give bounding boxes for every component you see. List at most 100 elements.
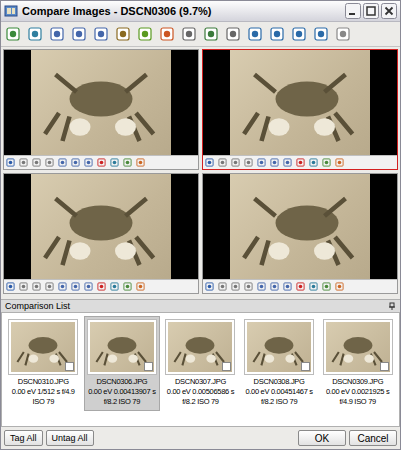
- compare-images-window: Compare Images - DSCN0306 (9.7%)Comparis…: [0, 0, 401, 450]
- pane-tool-icon[interactable]: [322, 158, 331, 167]
- pane-tool-icon[interactable]: [84, 158, 93, 167]
- two-view-icon[interactable]: [269, 26, 285, 42]
- pane-tool-icon[interactable]: [335, 282, 344, 291]
- thumbnail-text: f/8.2 ISO 79: [243, 397, 316, 407]
- refresh-icon[interactable]: [27, 26, 43, 42]
- pane-tool-icon[interactable]: [123, 282, 132, 291]
- pane-tool-icon[interactable]: [296, 158, 305, 167]
- tag-button[interactable]: Tag All: [4, 430, 43, 446]
- minimize-icon[interactable]: [345, 3, 361, 19]
- zoom-in-icon[interactable]: [49, 26, 65, 42]
- pane-tool-icon[interactable]: [296, 282, 305, 291]
- pin-icon[interactable]: [388, 302, 396, 310]
- comparison-list-header: Comparison List: [1, 299, 400, 312]
- tag-button[interactable]: Untag All: [46, 430, 94, 446]
- thumbnail-text: 0.00 eV 0.0021925 s: [321, 387, 394, 397]
- image-pane[interactable]: [202, 49, 398, 170]
- pane-tool-icon[interactable]: [244, 158, 253, 167]
- image-view[interactable]: [203, 50, 397, 155]
- pane-tool-icon[interactable]: [45, 158, 54, 167]
- tag-checkbox[interactable]: [301, 362, 310, 371]
- comparison-list-title: Comparison List: [5, 301, 70, 311]
- pane-tool-icon[interactable]: [257, 158, 266, 167]
- pane-tool-icon[interactable]: [110, 158, 119, 167]
- pane-tool-icon[interactable]: [123, 158, 132, 167]
- three-view-icon[interactable]: [291, 26, 307, 42]
- pane-tool-icon[interactable]: [244, 282, 253, 291]
- dialog-button[interactable]: Cancel: [349, 430, 397, 446]
- pane-tool-icon[interactable]: [32, 158, 41, 167]
- tag-checkbox[interactable]: [144, 362, 153, 371]
- settings-icon[interactable]: [137, 26, 153, 42]
- thumbnail-text: 0.00 eV 0.00506586 s: [164, 387, 237, 397]
- image-pane[interactable]: [202, 173, 398, 294]
- pane-tool-icon[interactable]: [335, 158, 344, 167]
- fit-icon[interactable]: [115, 26, 131, 42]
- thumbnail-item[interactable]: DSCN0308.JPG0.00 eV 0.00451467 sf/8.2 IS…: [241, 316, 318, 411]
- pane-tool-icon[interactable]: [270, 282, 279, 291]
- options-icon[interactable]: [335, 26, 351, 42]
- tag-checkbox[interactable]: [380, 362, 389, 371]
- pane-tool-icon[interactable]: [283, 158, 292, 167]
- pane-tool-icon[interactable]: [110, 282, 119, 291]
- single-view-icon[interactable]: [247, 26, 263, 42]
- pane-tool-icon[interactable]: [6, 282, 15, 291]
- thumbnail-item[interactable]: DSCN0306.JPG0.00 eV 0.00413907 sf/8.2 IS…: [84, 316, 161, 411]
- pane-toolbar: [4, 155, 198, 169]
- pane-tool-icon[interactable]: [136, 158, 145, 167]
- pane-tool-icon[interactable]: [322, 282, 331, 291]
- thumbnail-item[interactable]: DSCN0309.JPG0.00 eV 0.0021925 sf/4.9 ISO…: [319, 316, 396, 411]
- image-pane[interactable]: [3, 173, 199, 294]
- image-grid: [1, 47, 400, 294]
- pane-tool-icon[interactable]: [71, 158, 80, 167]
- pane-tool-icon[interactable]: [71, 282, 80, 291]
- pane-tool-icon[interactable]: [45, 282, 54, 291]
- open-icon[interactable]: [5, 26, 21, 42]
- pane-tool-icon[interactable]: [58, 158, 67, 167]
- pane-tool-icon[interactable]: [205, 282, 214, 291]
- pane-tool-icon[interactable]: [218, 158, 227, 167]
- pane-tool-icon[interactable]: [136, 282, 145, 291]
- pane-tool-icon[interactable]: [309, 158, 318, 167]
- pane-tool-icon[interactable]: [97, 282, 106, 291]
- zoom-icon[interactable]: [93, 26, 109, 42]
- image-view[interactable]: [203, 174, 397, 279]
- pane-tool-icon[interactable]: [270, 158, 279, 167]
- thumbnail-text: DSCN0308.JPG: [243, 377, 316, 387]
- four-view-icon[interactable]: [313, 26, 329, 42]
- pane-tool-icon[interactable]: [19, 282, 28, 291]
- pane-tool-icon[interactable]: [97, 158, 106, 167]
- tag-checkbox[interactable]: [222, 362, 231, 371]
- pane-tool-icon[interactable]: [231, 158, 240, 167]
- thumbnail-item[interactable]: DSCN0310.JPG0.00 eV 1/512 s f/4.9ISO 79: [5, 316, 82, 411]
- dialog-button[interactable]: OK: [298, 430, 346, 446]
- photo: [31, 50, 171, 155]
- pane-tool-icon[interactable]: [58, 282, 67, 291]
- info-icon[interactable]: [225, 26, 241, 42]
- thumbnail-text: DSCN0309.JPG: [321, 377, 394, 387]
- page-icon[interactable]: [181, 26, 197, 42]
- pane-tool-icon[interactable]: [231, 282, 240, 291]
- thumbnail-item[interactable]: DSCN0307.JPG0.00 eV 0.00506586 sf/8.2 IS…: [162, 316, 239, 411]
- histogram-icon[interactable]: [203, 26, 219, 42]
- image-pane[interactable]: [3, 49, 199, 170]
- image-view[interactable]: [4, 50, 198, 155]
- pane-tool-icon[interactable]: [32, 282, 41, 291]
- photo: [31, 174, 171, 279]
- photo: [230, 174, 370, 279]
- pane-tool-icon[interactable]: [84, 282, 93, 291]
- close-icon[interactable]: [381, 3, 397, 19]
- pane-tool-icon[interactable]: [309, 282, 318, 291]
- image-view[interactable]: [4, 174, 198, 279]
- pane-tool-icon[interactable]: [205, 158, 214, 167]
- pane-tool-icon[interactable]: [19, 158, 28, 167]
- zoom-out-icon[interactable]: [71, 26, 87, 42]
- tag-checkbox[interactable]: [65, 362, 74, 371]
- color-icon[interactable]: [159, 26, 175, 42]
- maximize-icon[interactable]: [363, 3, 379, 19]
- pane-tool-icon[interactable]: [218, 282, 227, 291]
- pane-tool-icon[interactable]: [6, 158, 15, 167]
- pane-toolbar: [203, 279, 397, 293]
- pane-tool-icon[interactable]: [283, 282, 292, 291]
- pane-tool-icon[interactable]: [257, 282, 266, 291]
